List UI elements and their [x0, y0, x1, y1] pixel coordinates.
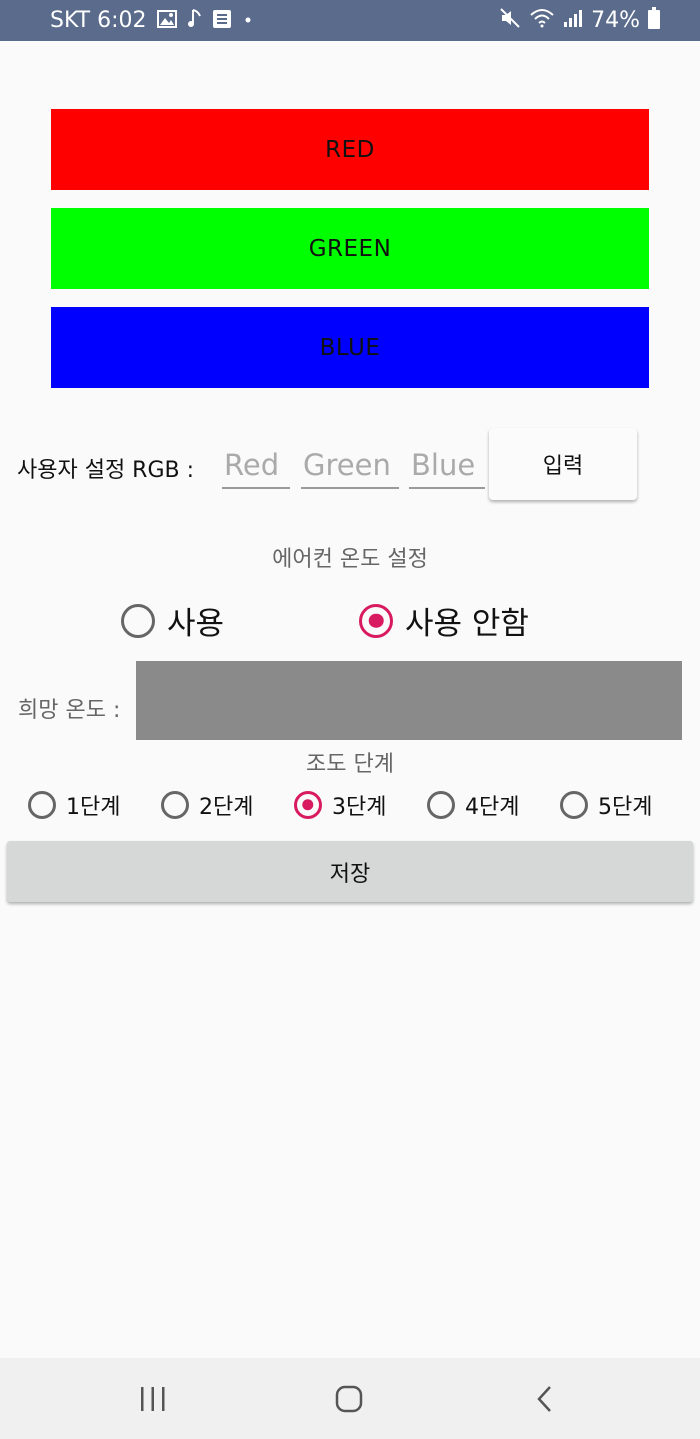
custom-rgb-label: 사용자 설정 RGB : — [17, 458, 195, 483]
battery-percent: 74% — [591, 8, 640, 33]
back-icon[interactable] — [505, 1358, 585, 1439]
light-step-5-radio[interactable] — [560, 791, 588, 819]
aircon-temp-title: 에어컨 온도 설정 — [272, 547, 428, 572]
music-note-icon — [187, 7, 203, 34]
green-value-input[interactable] — [301, 443, 399, 489]
green-button[interactable]: GREEN — [51, 208, 649, 289]
notes-icon — [212, 9, 231, 33]
aircon-use-option[interactable]: 사용 — [121, 598, 224, 643]
light-step-4-label: 4단계 — [465, 795, 520, 820]
recent-apps-icon[interactable] — [113, 1358, 193, 1439]
carrier-time: SKT 6:02 — [50, 8, 147, 33]
aircon-use-radio[interactable] — [121, 603, 155, 638]
gallery-icon — [156, 9, 177, 33]
aircon-nouse-label: 사용 안함 — [405, 606, 529, 642]
aircon-nouse-radio[interactable] — [359, 603, 393, 638]
save-button[interactable]: 저장 — [7, 841, 693, 902]
enter-button[interactable]: 입력 — [489, 428, 637, 500]
hope-temp-label: 희망 온도 : — [18, 698, 121, 723]
dot-icon — [241, 9, 255, 33]
light-step-4-option[interactable]: 4단계 — [427, 789, 519, 821]
blue-value-input[interactable] — [409, 443, 485, 489]
light-step-5-option[interactable]: 5단계 — [560, 789, 652, 821]
light-step-1-label: 1단계 — [66, 795, 121, 820]
light-step-1-option[interactable]: 1단계 — [28, 789, 120, 821]
light-level-title: 조도 단계 — [306, 752, 394, 777]
red-button[interactable]: RED — [51, 109, 649, 190]
light-step-2-label: 2단계 — [199, 795, 254, 820]
light-step-4-radio[interactable] — [427, 791, 455, 819]
signal-icon — [563, 8, 583, 33]
light-step-5-label: 5단계 — [598, 795, 653, 820]
status-bar: SKT 6:02 74% — [0, 0, 700, 41]
hope-temp-field[interactable] — [136, 661, 682, 740]
mute-icon — [499, 7, 521, 34]
light-step-3-label: 3단계 — [332, 795, 387, 820]
light-step-3-option[interactable]: 3단계 — [294, 789, 386, 821]
light-step-2-option[interactable]: 2단계 — [161, 789, 253, 821]
status-bar-left: SKT 6:02 — [50, 7, 255, 34]
light-step-1-radio[interactable] — [28, 791, 56, 819]
light-step-2-radio[interactable] — [161, 791, 189, 819]
status-bar-right: 74% — [499, 7, 660, 34]
wifi-icon — [529, 7, 555, 34]
red-value-input[interactable] — [222, 443, 290, 489]
light-step-3-radio[interactable] — [294, 791, 322, 819]
home-icon[interactable] — [309, 1358, 389, 1439]
blue-button[interactable]: BLUE — [51, 307, 649, 388]
aircon-use-label: 사용 — [167, 606, 225, 642]
battery-icon — [648, 7, 660, 34]
aircon-nouse-option[interactable]: 사용 안함 — [359, 598, 529, 643]
navigation-bar — [0, 1358, 700, 1439]
